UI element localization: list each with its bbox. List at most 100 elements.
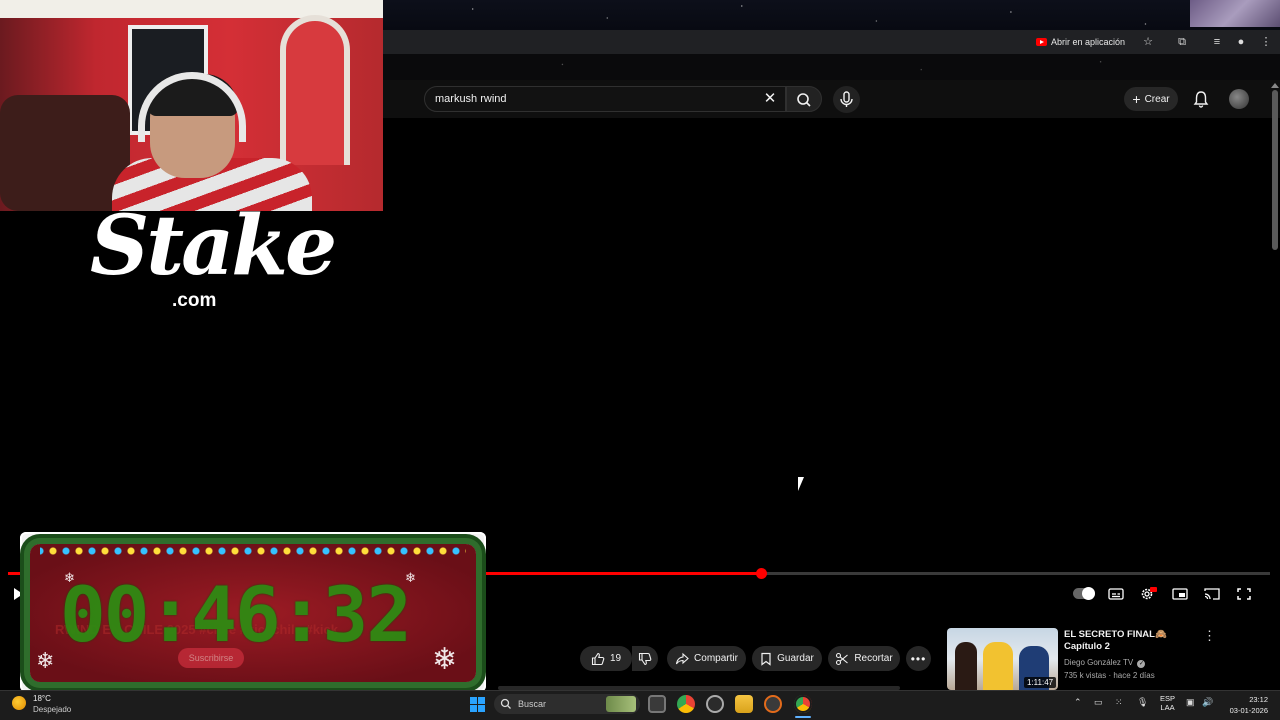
gear-icon bbox=[1141, 587, 1157, 600]
thumbs-down-icon bbox=[638, 652, 652, 665]
weather-description[interactable]: Despejado bbox=[33, 705, 71, 714]
system-clock[interactable]: 23:12 03-01-2026 bbox=[1224, 694, 1268, 716]
create-label: Crear bbox=[1144, 93, 1170, 105]
open-in-app-label: Abrir en aplicación bbox=[1051, 37, 1126, 47]
input-language[interactable]: ESP LAA bbox=[1160, 694, 1175, 712]
recommended-channel[interactable]: Diego González TV ✓ bbox=[1064, 658, 1146, 668]
obs-icon[interactable] bbox=[706, 695, 724, 713]
snowflake-icon: ❄ bbox=[405, 570, 416, 585]
save-button[interactable]: Guardar bbox=[752, 646, 822, 671]
task-view-icon[interactable] bbox=[648, 695, 666, 713]
active-app-indicator bbox=[795, 716, 811, 718]
search-button[interactable] bbox=[786, 86, 822, 112]
clock-date: 03-01-2026 bbox=[1229, 706, 1268, 715]
search-highlight-image bbox=[606, 696, 636, 712]
share-label: Compartir bbox=[694, 653, 738, 664]
search-icon bbox=[797, 93, 811, 107]
page-scrollbar[interactable] bbox=[1272, 90, 1278, 250]
miniplayer-icon bbox=[1172, 588, 1188, 600]
video-duration-badge: 1:11:47 bbox=[1024, 677, 1057, 688]
scissors-icon bbox=[836, 652, 849, 665]
weather-icon[interactable] bbox=[12, 696, 26, 710]
account-avatar[interactable] bbox=[1229, 89, 1249, 109]
bookmark-star-icon[interactable]: ☆ bbox=[1140, 34, 1156, 50]
share-icon bbox=[676, 652, 689, 664]
notifications-button[interactable] bbox=[1191, 89, 1211, 109]
recommended-title[interactable]: EL SECRETO FINAL🙈 Capítulo 2 bbox=[1064, 629, 1204, 653]
media-control-icon[interactable]: ≡ bbox=[1209, 34, 1225, 50]
autoplay-toggle[interactable] bbox=[1073, 587, 1095, 600]
network-icon[interactable]: ▣ bbox=[1186, 697, 1195, 708]
like-button[interactable]: 19 bbox=[580, 646, 632, 671]
countdown-timer: 00:46:32 bbox=[60, 570, 412, 659]
weather-temperature[interactable]: 18°C bbox=[33, 694, 51, 703]
youtube-icon bbox=[1036, 38, 1047, 46]
voice-search-button[interactable] bbox=[833, 86, 860, 113]
webcam-couch bbox=[0, 95, 130, 211]
search-icon bbox=[500, 698, 511, 709]
extensions-icon[interactable]: ⧉ bbox=[1174, 34, 1190, 50]
browser-menu-icon[interactable]: ⋮ bbox=[1258, 34, 1274, 50]
thumbs-up-icon bbox=[591, 652, 605, 665]
language-code: ESP bbox=[1160, 694, 1176, 703]
bookmark-icon bbox=[761, 652, 771, 666]
bell-icon bbox=[1193, 91, 1209, 108]
start-button[interactable] bbox=[470, 697, 485, 712]
clear-search-icon[interactable]: ✕ bbox=[760, 89, 780, 109]
thumbnail-person bbox=[955, 642, 977, 690]
tray-grid-icon[interactable]: ⁙ bbox=[1115, 697, 1123, 708]
open-in-app-button[interactable]: Abrir en aplicación bbox=[1036, 34, 1125, 50]
more-horizontal-icon: ••• bbox=[910, 651, 927, 666]
miniplayer-button[interactable] bbox=[1171, 586, 1189, 602]
more-actions-button[interactable]: ••• bbox=[906, 646, 931, 671]
browser-tab-strip bbox=[383, 0, 1280, 30]
chrome-active-icon[interactable] bbox=[794, 695, 812, 713]
settings-button[interactable] bbox=[1139, 586, 1157, 602]
tray-app-icon[interactable]: ▭ bbox=[1094, 697, 1103, 708]
taskbar-search-label: Buscar bbox=[518, 699, 547, 709]
search-input[interactable]: markush rwind bbox=[424, 86, 786, 112]
webcam-overlay bbox=[0, 0, 383, 211]
subtitles-icon bbox=[1108, 588, 1124, 600]
mouse-cursor bbox=[798, 477, 804, 491]
microphone-icon bbox=[840, 91, 853, 107]
snowflake-icon: ❄ bbox=[64, 570, 75, 585]
clip-label: Recortar bbox=[854, 653, 893, 664]
windows-taskbar bbox=[0, 690, 1280, 720]
webcam-ceiling bbox=[0, 0, 383, 18]
fullscreen-icon bbox=[1237, 588, 1251, 600]
subtitles-button[interactable] bbox=[1107, 586, 1125, 602]
volume-icon[interactable]: 🔊 bbox=[1202, 697, 1213, 708]
language-layout: LAA bbox=[1160, 703, 1175, 712]
cast-icon bbox=[1204, 588, 1220, 600]
create-button[interactable]: + Crear bbox=[1124, 87, 1178, 111]
recommended-menu-icon[interactable]: ⋮ bbox=[1203, 628, 1216, 644]
browser-tab-thumbnail[interactable] bbox=[1190, 0, 1280, 27]
cast-button[interactable] bbox=[1203, 586, 1221, 602]
video-scrubber-handle[interactable] bbox=[756, 568, 767, 579]
snowflake-icon: ❄ bbox=[432, 643, 458, 676]
recommended-meta: 735 k vistas · hace 2 días bbox=[1064, 671, 1155, 680]
clock-time: 23:12 bbox=[1249, 695, 1268, 704]
dislike-button[interactable] bbox=[632, 646, 658, 671]
stake-logo-domain: .com bbox=[172, 290, 217, 311]
chrome-icon[interactable] bbox=[677, 695, 695, 713]
stake-logo: Stake bbox=[90, 198, 337, 294]
webcam-archway bbox=[280, 15, 350, 165]
share-button[interactable]: Compartir bbox=[667, 646, 746, 671]
scroll-up-arrow[interactable] bbox=[1271, 82, 1279, 88]
like-count: 19 bbox=[609, 653, 622, 664]
clip-button[interactable]: Recortar bbox=[828, 646, 900, 671]
snowflake-icon: ❄ bbox=[36, 648, 55, 673]
microphone-icon[interactable]: 🎙 bbox=[1137, 697, 1148, 708]
file-explorer-icon[interactable] bbox=[735, 695, 753, 713]
media-player-icon[interactable] bbox=[764, 695, 782, 713]
save-label: Guardar bbox=[777, 653, 814, 664]
fullscreen-button[interactable] bbox=[1235, 586, 1253, 602]
tray-overflow-icon[interactable]: ⌃ bbox=[1074, 697, 1082, 708]
christmas-lights bbox=[40, 546, 466, 556]
verified-icon: ✓ bbox=[1137, 660, 1146, 668]
profile-icon[interactable]: ● bbox=[1233, 34, 1249, 50]
plus-icon: + bbox=[1132, 91, 1141, 107]
bookmarks-strip bbox=[383, 54, 1280, 80]
